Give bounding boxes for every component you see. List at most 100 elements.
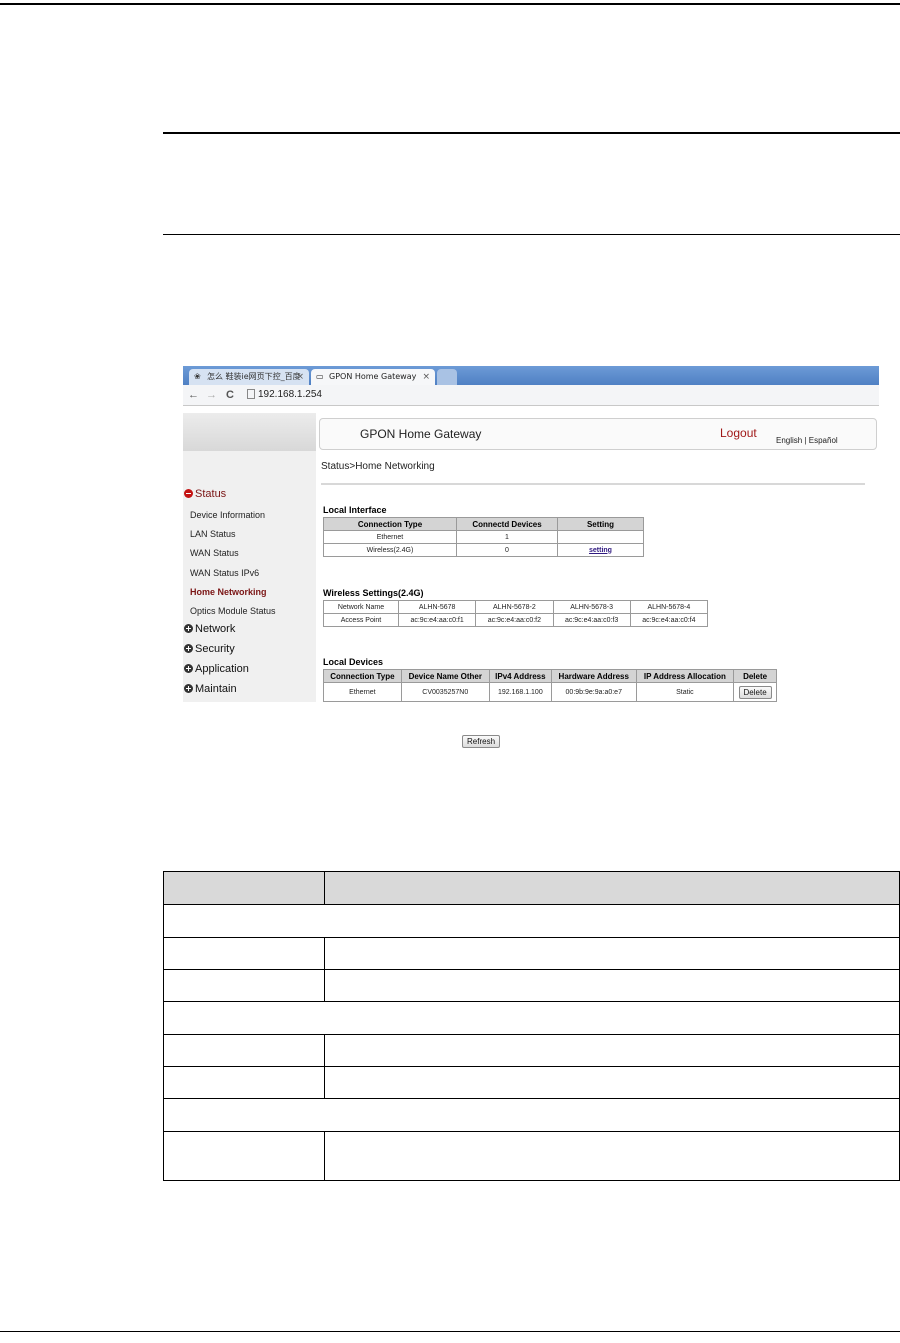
table-cell: CV0035257N0	[400, 682, 490, 702]
address-bar: ← → C 192.168.1.254	[183, 385, 879, 406]
table-row	[163, 1066, 900, 1099]
table-cell: Static	[635, 682, 735, 702]
back-icon[interactable]: ←	[188, 387, 199, 403]
table-group-row	[163, 904, 900, 938]
close-icon[interactable]: ×	[422, 369, 430, 385]
browser-tab-bar: ❀ 怎么 鞋装ie网页下控_百度 × ▭ GPON Home Gateway ×	[183, 366, 879, 385]
sidebar: Status Device Information LAN Status WAN…	[183, 413, 316, 702]
table-cell	[557, 530, 644, 544]
sidebar-item-wan-status-ipv6[interactable]: WAN Status IPv6	[190, 568, 259, 578]
table-cell: ALHN-5678-3	[552, 600, 631, 614]
table-group-row	[163, 1098, 900, 1132]
table-cell	[163, 1131, 325, 1181]
column-header: Connection Type	[323, 517, 457, 531]
table-row	[163, 937, 900, 970]
url-text: 192.168.1.254	[258, 389, 322, 400]
table-header-row: Connection Type Connectd Devices Setting	[323, 517, 644, 531]
table-row: Wireless(2.4G) 0 setting	[323, 543, 644, 557]
sidebar-item-device-information[interactable]: Device Information	[190, 510, 265, 520]
table-cell	[324, 1034, 900, 1067]
column-header: IPv4 Address	[488, 669, 552, 683]
page-bottom-rule	[0, 1331, 900, 1332]
table-cell: Network Name	[323, 600, 399, 614]
table-cell	[324, 969, 900, 1002]
sidebar-item-optics-module-status[interactable]: Optics Module Status	[190, 606, 276, 616]
local-interface-table: Connection Type Connectd Devices Setting…	[323, 517, 644, 557]
table-cell: ac:9c:e4:aa:c0:f1	[397, 613, 477, 627]
column-header: Hardware Address	[550, 669, 637, 683]
table-cell	[163, 1098, 900, 1132]
table-cell	[324, 1131, 900, 1181]
forward-icon[interactable]: →	[206, 387, 217, 403]
table-header-row	[163, 871, 900, 905]
table-cell: 0	[456, 543, 558, 557]
url-field[interactable]: 192.168.1.254	[247, 388, 322, 402]
table-cell: Ethernet	[323, 530, 457, 544]
collapse-icon	[184, 489, 193, 498]
table-cell	[324, 871, 900, 905]
sidebar-banner	[183, 413, 316, 451]
local-devices-title: Local Devices	[323, 657, 384, 667]
expand-icon	[184, 684, 193, 693]
expand-icon	[184, 624, 193, 633]
logout-link[interactable]: Logout	[720, 426, 757, 440]
new-tab-button[interactable]	[437, 369, 457, 385]
table-row: Ethernet 1	[323, 530, 644, 544]
wireless-settings-table: Network Name ALHN-5678 ALHN-5678-2 ALHN-…	[323, 600, 709, 627]
sidebar-head-security[interactable]: Security	[184, 643, 235, 655]
table-row	[163, 1034, 900, 1067]
expand-icon	[184, 644, 193, 653]
browser-tab-baidu[interactable]: ❀ 怎么 鞋装ie网页下控_百度 ×	[189, 369, 309, 385]
table-group-row	[163, 1001, 900, 1035]
refresh-button[interactable]: Refresh	[462, 735, 501, 748]
table-cell	[163, 871, 325, 905]
sidebar-item-lan-status[interactable]: LAN Status	[190, 529, 236, 539]
local-interface-title: Local Interface	[323, 505, 387, 515]
table-cell: ALHN-5678-4	[629, 600, 709, 614]
paw-icon: ❀	[194, 372, 201, 381]
table-header-row: Connection Type Device Name Other IPv4 A…	[323, 669, 777, 683]
page-icon: ▭	[316, 372, 324, 381]
page-icon	[247, 389, 255, 399]
app-title: GPON Home Gateway	[360, 427, 482, 441]
note-bottom-rule	[163, 234, 900, 235]
column-header: Delete	[733, 669, 777, 683]
sidebar-item-home-networking[interactable]: Home Networking	[190, 587, 267, 597]
divider	[321, 483, 865, 485]
table-cell: ALHN-5678-2	[475, 600, 554, 614]
sidebar-head-maintain[interactable]: Maintain	[184, 683, 237, 695]
table-cell	[163, 969, 325, 1002]
table-cell: ac:9c:e4:aa:c0:f4	[629, 613, 709, 627]
language-switch[interactable]: English | Español	[776, 436, 838, 445]
column-header: Connection Type	[323, 669, 402, 683]
parameter-table	[163, 871, 900, 1181]
breadcrumb: Status>Home Networking	[321, 461, 435, 472]
table-cell: Delete	[733, 682, 777, 702]
sidebar-head-network[interactable]: Network	[184, 623, 235, 635]
table-cell	[163, 1034, 325, 1067]
column-header: IP Address Allocation	[635, 669, 735, 683]
table-cell	[163, 1001, 900, 1035]
table-row: Network Name ALHN-5678 ALHN-5678-2 ALHN-…	[323, 600, 709, 614]
browser-tab-gateway[interactable]: ▭ GPON Home Gateway ×	[311, 369, 435, 385]
table-row	[163, 1131, 900, 1181]
table-row: Ethernet CV0035257N0 192.168.1.100 00:9b…	[323, 682, 777, 702]
note-top-rule	[163, 132, 900, 134]
expand-icon	[184, 664, 193, 673]
column-header: Device Name Other	[400, 669, 490, 683]
sidebar-item-wan-status[interactable]: WAN Status	[190, 548, 239, 558]
setting-link[interactable]: setting	[557, 543, 644, 557]
reload-icon[interactable]: C	[226, 387, 234, 403]
table-cell	[163, 1066, 325, 1099]
close-icon[interactable]: ×	[296, 369, 304, 385]
delete-button[interactable]: Delete	[738, 685, 772, 699]
table-cell: ac:9c:e4:aa:c0:f2	[475, 613, 554, 627]
page-top-rule	[0, 3, 900, 5]
app-header: GPON Home Gateway Logout English | Españ…	[319, 418, 877, 450]
sidebar-head-status[interactable]: Status	[184, 488, 226, 500]
table-cell: 00:9b:9e:9a:a0:e7	[550, 682, 637, 702]
tab-label: GPON Home Gateway	[329, 372, 417, 381]
table-cell: Access Point	[323, 613, 399, 627]
sidebar-head-application[interactable]: Application	[184, 663, 249, 675]
table-cell	[324, 1066, 900, 1099]
